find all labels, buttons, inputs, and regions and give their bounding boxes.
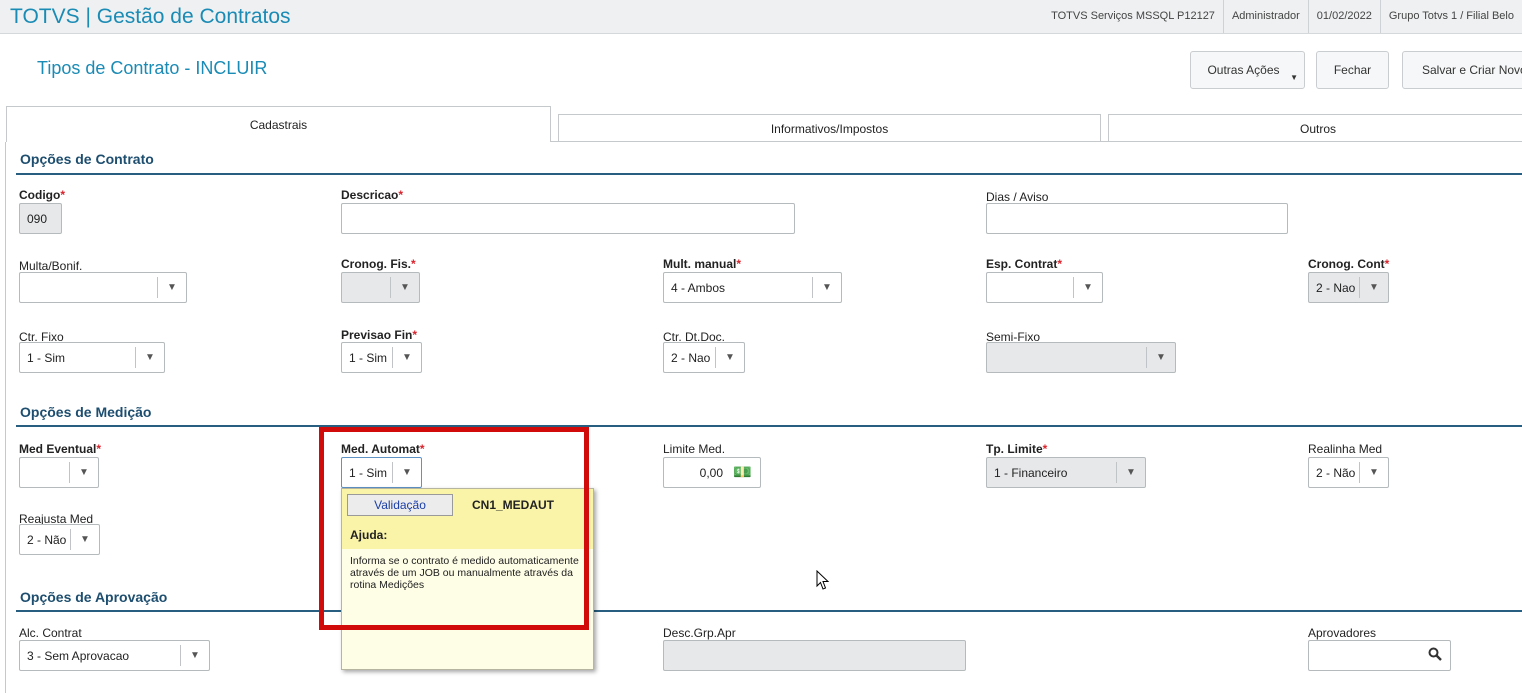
chevron-down-icon[interactable]: ▼ [70,529,99,550]
ctr-fixo-select[interactable]: 1 - Sim ▼ [19,342,165,373]
aprovadores-field[interactable] [1308,640,1451,671]
date-info: 01/02/2022 [1307,0,1380,33]
codigo-value: 090 [27,212,48,226]
cronog-cont-select[interactable]: 2 - Nao ▼ [1308,272,1389,303]
cronog-cont-label: Cronog. Cont* [1308,257,1390,271]
alc-contrat-label: Alc. Contrat [19,626,82,640]
multa-bonif-select[interactable]: ▼ [19,272,187,303]
section-opcoes-aprovacao: Opções de Aprovação [20,589,168,605]
caret-down-icon: ▼ [1290,73,1298,82]
med-eventual-select[interactable]: ▼ [19,457,99,488]
tab-divider [551,141,1522,142]
chevron-down-icon[interactable]: ▼ [1146,347,1175,368]
chevron-down-icon[interactable]: ▼ [1359,462,1388,483]
dias-aviso-label: Dias / Aviso [986,190,1049,204]
chevron-down-icon[interactable]: ▼ [1116,462,1145,483]
codigo-label: Codigo* [19,188,65,202]
top-bar: TOTVS | Gestão de Contratos TOTVS Serviç… [0,0,1522,34]
limite-med-field[interactable]: 0,00 💵 [663,457,761,488]
desc-grp-apr-label: Desc.Grp.Apr [663,626,736,640]
app-title: TOTVS | Gestão de Contratos [10,5,291,28]
alc-contrat-select[interactable]: 3 - Sem Aprovacao ▼ [19,640,210,671]
reajusta-med-select[interactable]: 2 - Não ▼ [19,524,100,555]
chevron-down-icon[interactable]: ▼ [1359,277,1388,298]
content-border [5,142,6,693]
outras-acoes-button[interactable]: Outras Ações ▼ [1190,51,1305,89]
realinha-med-label: Realinha Med [1308,442,1383,456]
outras-acoes-label: Outras Ações [1207,63,1280,77]
tab-cadastrais[interactable]: Cadastrais [6,106,551,142]
highlight-box [319,427,589,630]
chevron-down-icon[interactable]: ▼ [157,277,186,298]
ctr-dt-doc-select[interactable]: 2 - Nao ▼ [663,342,745,373]
realinha-med-select[interactable]: 2 - Não ▼ [1308,457,1389,488]
dias-aviso-field[interactable] [986,203,1288,234]
descricao-label: Descricao* [341,188,404,202]
section-divider [16,610,1522,612]
chevron-down-icon[interactable]: ▼ [812,277,841,298]
chevron-down-icon[interactable]: ▼ [69,462,98,483]
search-icon[interactable] [1428,647,1442,665]
section-divider [16,425,1522,427]
desc-grp-apr-field[interactable] [663,640,966,671]
chevron-down-icon[interactable]: ▼ [390,277,419,298]
tab-outros[interactable]: Outros [1108,114,1522,142]
semi-fixo-select[interactable]: ▼ [986,342,1176,373]
section-opcoes-contrato: Opções de Contrato [20,151,154,167]
med-eventual-label: Med Eventual* [19,442,102,456]
esp-contrat-label: Esp. Contrat* [986,257,1063,271]
chevron-down-icon[interactable]: ▼ [180,645,209,666]
previsao-fin-label: Previsao Fin* [341,328,418,342]
tp-limite-select[interactable]: 1 - Financeiro ▼ [986,457,1146,488]
salvar-criar-novo-button[interactable]: Salvar e Criar Novo [1402,51,1522,89]
mouse-cursor-icon [816,569,830,594]
money-icon[interactable]: 💵 [733,463,752,481]
chevron-down-icon[interactable]: ▼ [1073,277,1102,298]
page-title: Tipos de Contrato - INCLUIR [37,58,268,78]
cronog-fis-select[interactable]: ▼ [341,272,420,303]
descricao-field[interactable] [341,203,795,234]
chevron-down-icon[interactable]: ▼ [715,347,744,368]
previsao-fin-select[interactable]: 1 - Sim ▼ [341,342,422,373]
codigo-field[interactable]: 090 [19,203,62,234]
chevron-down-icon[interactable]: ▼ [135,347,164,368]
section-divider [16,173,1522,175]
cronog-fis-label: Cronog. Fis.* [341,257,416,271]
section-opcoes-medicao: Opções de Medição [20,404,152,420]
branch-info[interactable]: Grupo Totvs 1 / Filial Belo [1379,0,1522,33]
aprovadores-label: Aprovadores [1308,626,1377,640]
chevron-down-icon[interactable]: ▼ [392,347,421,368]
limite-med-label: Limite Med. [663,442,726,456]
server-info: TOTVS Serviços MSSQL P12127 [1051,10,1215,22]
esp-contrat-select[interactable]: ▼ [986,272,1103,303]
mult-manual-select[interactable]: 4 - Ambos ▼ [663,272,842,303]
tp-limite-label: Tp. Limite* [986,442,1048,456]
mult-manual-label: Mult. manual* [663,257,742,271]
multa-bonif-label: Multa/Bonif. [19,259,83,273]
tab-informativos-impostos[interactable]: Informativos/Impostos [558,114,1101,142]
user-info: Administrador [1222,0,1308,33]
top-info: TOTVS Serviços MSSQL P12127 Administrado… [1043,0,1522,33]
fechar-button[interactable]: Fechar [1316,51,1389,89]
